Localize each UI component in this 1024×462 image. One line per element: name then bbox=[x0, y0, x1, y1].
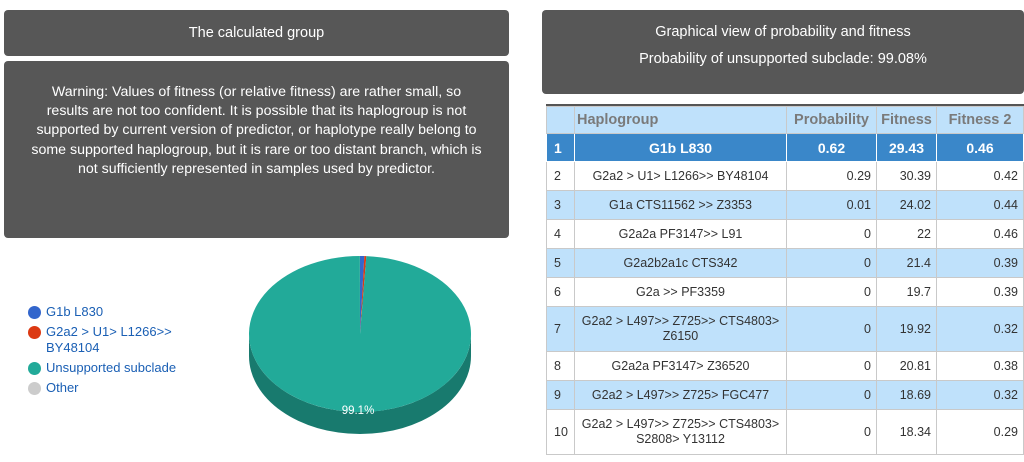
fitness-2-cell: 0.44 bbox=[936, 190, 1024, 220]
probability-cell: 0 bbox=[786, 219, 877, 249]
table-header-row: Haplogroup Probability Fitness Fitness 2 bbox=[546, 106, 1024, 134]
header-index bbox=[546, 106, 575, 134]
warning-message: Warning: Values of fitness (or relative … bbox=[4, 61, 509, 238]
header-fitness[interactable]: Fitness bbox=[876, 106, 937, 134]
calculated-group-title: The calculated group bbox=[4, 10, 509, 56]
table-row[interactable]: 1 G1b L830 0.62 29.43 0.46 bbox=[546, 133, 1024, 162]
fitness-cell: 24.02 bbox=[876, 190, 937, 220]
haplogroup-cell: G2a2 > L497>> Z725>> CTS4803> Z6150 bbox=[574, 306, 787, 352]
legend-label: G2a2 > U1> L1266>> BY48104 bbox=[46, 324, 172, 355]
legend-label: Other bbox=[46, 380, 79, 395]
table-row[interactable]: 6 G2a >> PF3359 0 19.7 0.39 bbox=[546, 277, 1024, 307]
probability-cell: 0.62 bbox=[786, 133, 877, 162]
table-row[interactable]: 7 G2a2 > L497>> Z725>> CTS4803> Z6150 0 19.… bbox=[546, 306, 1024, 352]
haplogroup-cell: G2a2 > L497>> Z725> FGC477 bbox=[574, 380, 787, 410]
legend-item[interactable]: Unsupported subclade bbox=[28, 360, 228, 376]
row-index: 6 bbox=[546, 277, 575, 307]
pie-legend: G1b L830 G2a2 > U1> L1266>> BY48104 Unsupp… bbox=[28, 304, 228, 400]
header-fitness-2[interactable]: Fitness 2 bbox=[936, 106, 1024, 134]
table-row[interactable]: 3 G1a CTS11562 >> Z3353 0.01 24.02 0.44 bbox=[546, 190, 1024, 220]
row-index: 10 bbox=[546, 409, 575, 455]
fitness-cell: 18.34 bbox=[876, 409, 937, 455]
fitness-cell: 18.69 bbox=[876, 380, 937, 410]
fitness-2-cell: 0.29 bbox=[936, 409, 1024, 455]
fitness-2-cell: 0.32 bbox=[936, 380, 1024, 410]
probability-cell: 0 bbox=[786, 380, 877, 410]
graphical-view-title: Graphical view of probability and fitnes… bbox=[655, 24, 911, 40]
probability-cell: 0 bbox=[786, 306, 877, 352]
probability-pie-chart: 99.1% bbox=[249, 256, 471, 434]
probability-cell: 0 bbox=[786, 351, 877, 381]
legend-color-dot bbox=[28, 362, 41, 375]
fitness-2-cell: 0.42 bbox=[936, 161, 1024, 191]
fitness-2-cell: 0.39 bbox=[936, 277, 1024, 307]
legend-color-dot bbox=[28, 326, 41, 339]
fitness-cell: 21.4 bbox=[876, 248, 937, 278]
probability-cell: 0 bbox=[786, 277, 877, 307]
haplogroup-table: Haplogroup Probability Fitness Fitness 2… bbox=[546, 106, 1024, 455]
legend-item[interactable]: G2a2 > U1> L1266>> BY48104 bbox=[28, 324, 228, 356]
fitness-cell: 20.81 bbox=[876, 351, 937, 381]
row-index: 9 bbox=[546, 380, 575, 410]
fitness-cell: 22 bbox=[876, 219, 937, 249]
table-row[interactable]: 5 G2a2b2a1c CTS342 0 21.4 0.39 bbox=[546, 248, 1024, 278]
pie-top bbox=[249, 256, 471, 412]
fitness-2-cell: 0.38 bbox=[936, 351, 1024, 381]
row-index: 1 bbox=[546, 133, 575, 162]
row-index: 5 bbox=[546, 248, 575, 278]
pie-slice-label: 99.1% bbox=[342, 405, 375, 417]
table-row[interactable]: 9 G2a2 > L497>> Z725> FGC477 0 18.69 0.32 bbox=[546, 380, 1024, 410]
haplogroup-cell: G1a CTS11562 >> Z3353 bbox=[574, 190, 787, 220]
legend-color-dot bbox=[28, 306, 41, 319]
fitness-cell: 19.92 bbox=[876, 306, 937, 352]
legend-label: G1b L830 bbox=[46, 304, 104, 319]
table-row[interactable]: 8 G2a2a PF3147> Z36520 0 20.81 0.38 bbox=[546, 351, 1024, 381]
graphical-view-header: Graphical view of probability and fitnes… bbox=[542, 10, 1024, 94]
fitness-cell: 19.7 bbox=[876, 277, 937, 307]
legend-item[interactable]: Other bbox=[28, 380, 228, 396]
fitness-2-cell: 0.32 bbox=[936, 306, 1024, 352]
haplogroup-table-container: Haplogroup Probability Fitness Fitness 2… bbox=[546, 104, 1024, 462]
header-probability[interactable]: Probability bbox=[786, 106, 877, 134]
probability-cell: 0.29 bbox=[786, 161, 877, 191]
table-row[interactable]: 2 G2a2 > U1> L1266>> BY48104 0.29 30.39 0.42 bbox=[546, 161, 1024, 191]
haplogroup-cell: G2a2 > U1> L1266>> BY48104 bbox=[574, 161, 787, 191]
legend-color-dot bbox=[28, 382, 41, 395]
unsupported-probability: Probability of unsupported subclade: 99.… bbox=[639, 51, 927, 67]
row-index: 3 bbox=[546, 190, 575, 220]
probability-cell: 0.01 bbox=[786, 190, 877, 220]
haplogroup-cell: G2a2a PF3147> Z36520 bbox=[574, 351, 787, 381]
probability-cell: 0 bbox=[786, 248, 877, 278]
fitness-cell: 29.43 bbox=[876, 133, 937, 162]
legend-label: Unsupported subclade bbox=[46, 360, 177, 375]
haplogroup-cell: G2a2a PF3147>> L91 bbox=[574, 219, 787, 249]
row-index: 7 bbox=[546, 306, 575, 352]
haplogroup-cell: G2a2b2a1c CTS342 bbox=[574, 248, 787, 278]
row-index: 2 bbox=[546, 161, 575, 191]
haplogroup-cell: G1b L830 bbox=[574, 133, 787, 162]
probability-cell: 0 bbox=[786, 409, 877, 455]
fitness-2-cell: 0.46 bbox=[936, 133, 1024, 162]
header-haplogroup[interactable]: Haplogroup bbox=[574, 106, 787, 134]
table-row[interactable]: 10 G2a2 > L497>> Z725>> CTS4803> S2808> Y… bbox=[546, 409, 1024, 455]
row-index: 8 bbox=[546, 351, 575, 381]
fitness-2-cell: 0.46 bbox=[936, 219, 1024, 249]
haplogroup-cell: G2a >> PF3359 bbox=[574, 277, 787, 307]
table-body: 1 G1b L830 0.62 29.43 0.46 2 G2a2 > U1> L1266>… bbox=[546, 133, 1024, 455]
haplogroup-cell: G2a2 > L497>> Z725>> CTS4803> S2808> Y13… bbox=[574, 409, 787, 455]
legend-item[interactable]: G1b L830 bbox=[28, 304, 228, 320]
table-row[interactable]: 4 G2a2a PF3147>> L91 0 22 0.46 bbox=[546, 219, 1024, 249]
fitness-2-cell: 0.39 bbox=[936, 248, 1024, 278]
fitness-cell: 30.39 bbox=[876, 161, 937, 191]
row-index: 4 bbox=[546, 219, 575, 249]
